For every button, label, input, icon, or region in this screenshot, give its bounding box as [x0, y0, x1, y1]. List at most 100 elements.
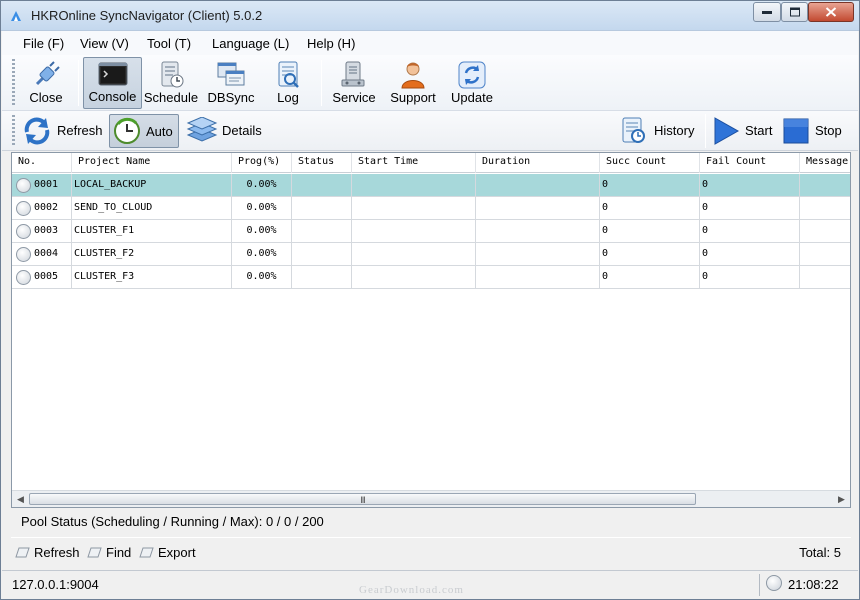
dbsync-button[interactable]: DBSync: [203, 57, 259, 109]
cell-start-time: [352, 243, 476, 265]
menu-tool[interactable]: Tool (T): [147, 36, 191, 51]
cell-no: 0005: [12, 266, 72, 288]
toolbar-grip[interactable]: [12, 59, 15, 107]
row-status-indicator-icon[interactable]: [16, 201, 31, 216]
grid-header: No. Project Name Prog(%) Status Start Ti…: [12, 153, 850, 173]
scroll-right-arrow-icon[interactable]: ▶: [833, 491, 850, 507]
cell-duration: [476, 266, 600, 288]
column-header-progress[interactable]: Prog(%): [232, 153, 292, 173]
column-header-fail-count[interactable]: Fail Count: [700, 153, 800, 173]
toolbar-separator: [78, 60, 79, 106]
cell-project-name: CLUSTER_F1: [72, 220, 232, 242]
maximize-button[interactable]: [781, 2, 808, 22]
cell-succ-count: 0: [600, 197, 700, 219]
cell-project-name: LOCAL_BACKUP: [72, 174, 232, 196]
cell-message: [800, 174, 850, 196]
cell-no: 0003: [12, 220, 72, 242]
console-button[interactable]: Console: [83, 57, 142, 109]
table-row[interactable]: 0004 CLUSTER_F2 0.00% 0 0: [12, 243, 850, 266]
dbsync-label: DBSync: [207, 90, 255, 105]
console-icon: [98, 62, 127, 86]
cell-message: [800, 220, 850, 242]
menu-language[interactable]: Language (L): [212, 36, 289, 51]
stop-button[interactable]: Stop: [782, 114, 848, 148]
cell-start-time: [352, 220, 476, 242]
auto-label: Auto: [146, 124, 173, 139]
toolbar-separator: [321, 60, 322, 106]
column-header-message[interactable]: Message: [800, 153, 850, 173]
table-row[interactable]: 0002 SEND_TO_CLOUD 0.00% 0 0: [12, 197, 850, 220]
status-time: 21:08:22: [788, 577, 839, 592]
row-status-indicator-icon[interactable]: [16, 224, 31, 239]
cell-succ-count: 0: [600, 174, 700, 196]
cell-project-name: SEND_TO_CLOUD: [72, 197, 232, 219]
update-label: Update: [451, 90, 493, 105]
menu-bar: File (F) View (V) Tool (T) Language (L) …: [2, 31, 858, 55]
cell-status: [292, 220, 352, 242]
history-button[interactable]: History: [619, 114, 699, 148]
menu-help[interactable]: Help (H): [307, 36, 355, 51]
update-button[interactable]: Update: [446, 57, 498, 109]
table-row[interactable]: 0005 CLUSTER_F3 0.00% 0 0: [12, 266, 850, 289]
table-row[interactable]: 0003 CLUSTER_F1 0.00% 0 0: [12, 220, 850, 243]
cell-progress: 0.00%: [232, 197, 292, 219]
cell-status: [292, 266, 352, 288]
find-label: Find: [106, 545, 132, 560]
cell-message: [800, 197, 850, 219]
column-header-start-time[interactable]: Start Time: [352, 153, 476, 173]
column-header-succ-count[interactable]: Succ Count: [600, 153, 700, 173]
table-row[interactable]: 0001 LOCAL_BACKUP 0.00% 0 0: [12, 174, 850, 197]
row-status-indicator-icon[interactable]: [16, 270, 31, 285]
minimize-button[interactable]: [753, 2, 781, 22]
menu-file[interactable]: File (F): [23, 36, 64, 51]
find-small-icon: [87, 547, 102, 558]
history-icon: [622, 117, 645, 143]
row-number: 0001: [34, 179, 59, 190]
details-label: Details: [222, 123, 262, 138]
title-bar[interactable]: HKROnline SyncNavigator (Client) 5.0.2: [1, 1, 859, 31]
toolbar-grip[interactable]: [12, 115, 15, 145]
close-button[interactable]: Close: [22, 57, 70, 109]
cell-start-time: [352, 197, 476, 219]
refresh-button[interactable]: Refresh: [21, 114, 105, 148]
scroll-thumb[interactable]: III: [29, 493, 696, 505]
cell-duration: [476, 197, 600, 219]
column-header-status[interactable]: Status: [292, 153, 352, 173]
row-number: 0003: [34, 225, 59, 236]
cell-fail-count: 0: [700, 266, 800, 288]
pool-status: Pool Status (Scheduling / Running / Max)…: [21, 514, 324, 529]
column-header-no[interactable]: No.: [12, 153, 72, 173]
cell-duration: [476, 220, 600, 242]
scroll-left-arrow-icon[interactable]: ◀: [12, 491, 29, 507]
maximize-icon: [789, 7, 800, 17]
row-status-indicator-icon[interactable]: [16, 247, 31, 262]
console-label: Console: [88, 89, 137, 104]
details-button[interactable]: Details: [186, 114, 266, 148]
cell-progress: 0.00%: [232, 243, 292, 265]
support-button[interactable]: Support: [385, 57, 441, 109]
menu-view[interactable]: View (V): [80, 36, 129, 51]
app-icon: [11, 11, 21, 21]
auto-button[interactable]: Auto: [109, 114, 179, 148]
service-button[interactable]: Service: [328, 57, 380, 109]
row-number: 0005: [34, 271, 59, 282]
column-header-project-name[interactable]: Project Name: [72, 153, 232, 173]
schedule-label: Schedule: [143, 90, 199, 105]
schedule-button[interactable]: Schedule: [143, 57, 199, 109]
refresh-small-icon: [15, 547, 30, 558]
row-status-indicator-icon[interactable]: [16, 178, 31, 193]
cell-progress: 0.00%: [232, 266, 292, 288]
column-header-duration[interactable]: Duration: [476, 153, 600, 173]
cell-duration: [476, 174, 600, 196]
cell-project-name: CLUSTER_F2: [72, 243, 232, 265]
stop-label: Stop: [815, 123, 842, 138]
details-layers-icon: [186, 117, 218, 142]
cell-message: [800, 266, 850, 288]
start-button[interactable]: Start: [712, 114, 778, 148]
horizontal-scrollbar[interactable]: ◀ III ▶: [12, 490, 850, 507]
close-window-button[interactable]: [808, 2, 854, 22]
cell-progress: 0.00%: [232, 220, 292, 242]
log-label: Log: [277, 90, 299, 105]
log-button[interactable]: Log: [265, 57, 311, 109]
close-label: Close: [29, 90, 63, 105]
